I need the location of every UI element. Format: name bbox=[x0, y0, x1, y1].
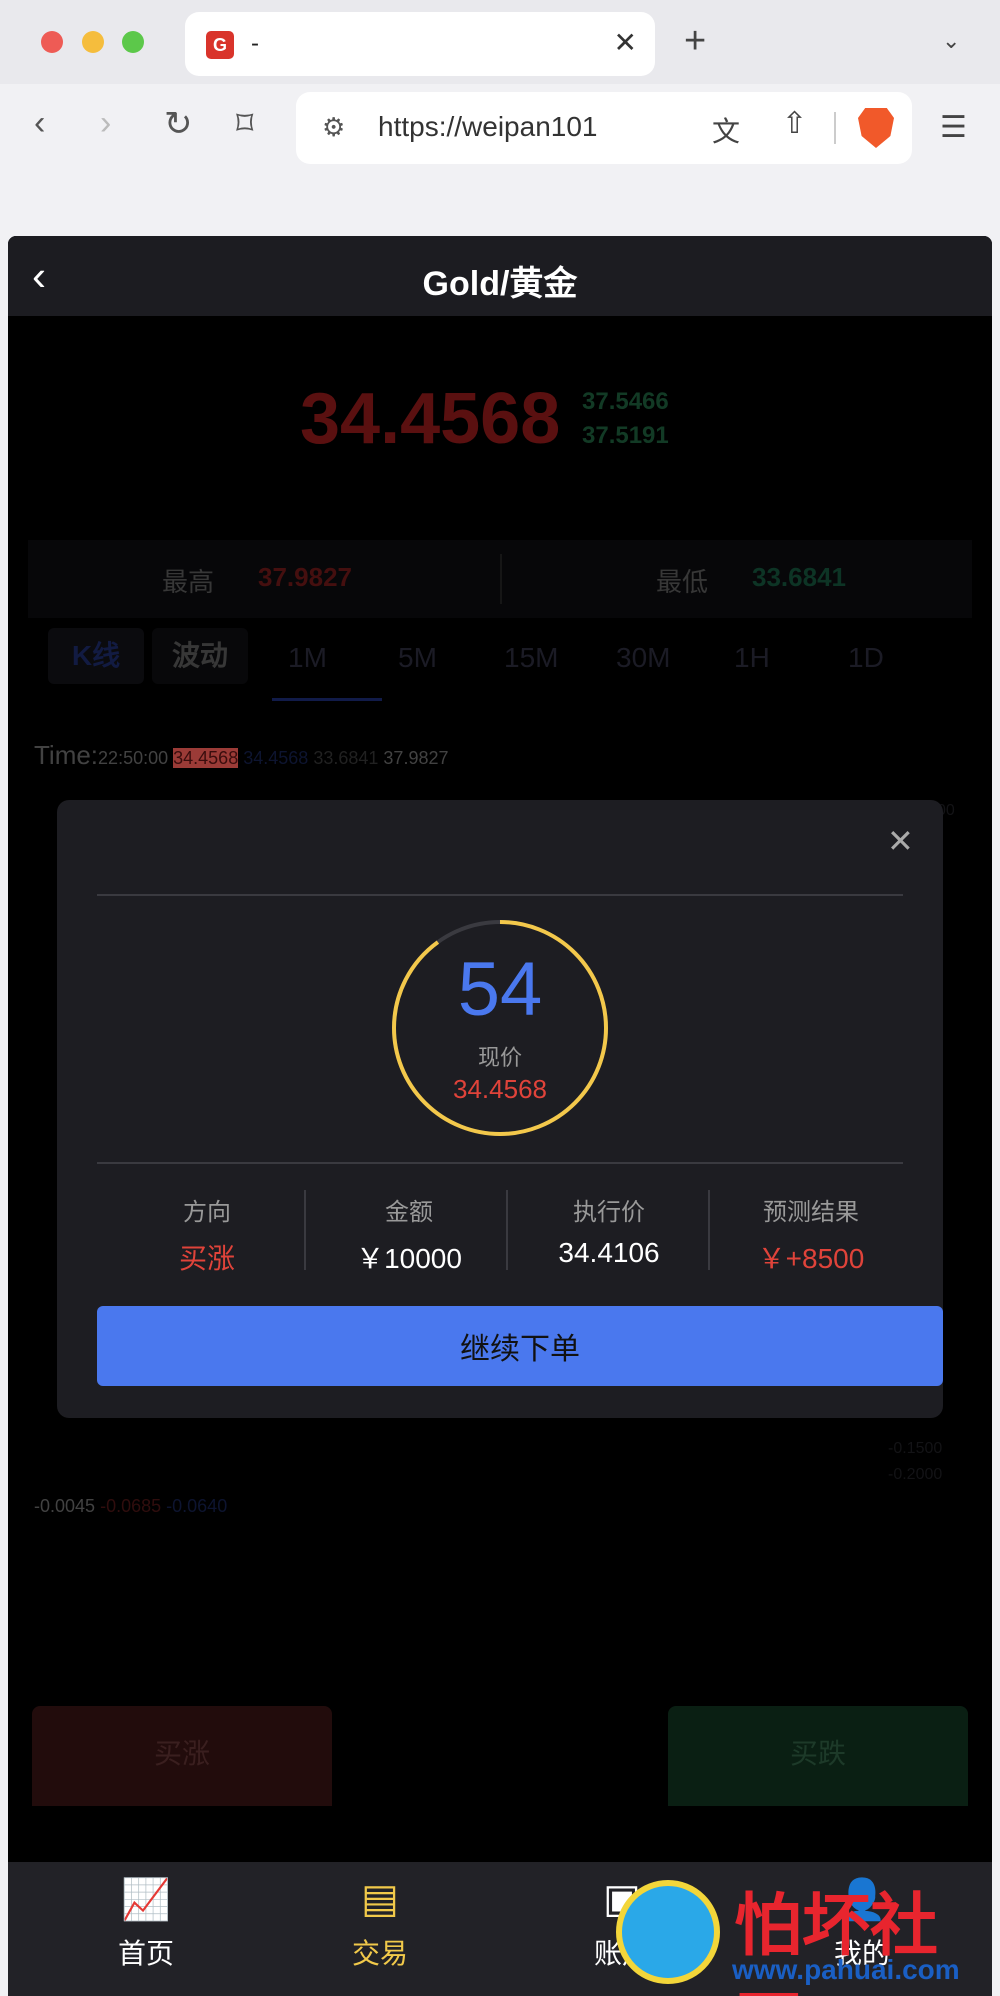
close-icon[interactable]: ✕ bbox=[887, 822, 914, 860]
direction-value: 买涨 bbox=[178, 1243, 235, 1274]
strike-info: 执行价 34.4106 bbox=[509, 1192, 709, 1269]
divider bbox=[708, 1190, 710, 1270]
brave-shield-icon[interactable] bbox=[858, 108, 894, 148]
translate-icon[interactable]: 文 bbox=[712, 110, 740, 150]
direction-info: 方向 买涨 bbox=[107, 1192, 307, 1277]
close-icon[interactable]: ✕ bbox=[614, 26, 637, 59]
chevron-down-icon[interactable]: ⌄ bbox=[942, 28, 960, 54]
amount-value: ￥10000 bbox=[356, 1243, 462, 1274]
browser-toolbar: ‹ › ↻ ⌑ ⚙ https://weipan101 文 ⇧ ☰ bbox=[0, 84, 1000, 172]
trade-card-icon: ▤ bbox=[361, 1877, 399, 1921]
order-result-modal: ✕ 54 现价 34.4568 方向 买涨 金额 ￥10000 执行价 34.4… bbox=[57, 800, 943, 1418]
site-watermark: 怕坏社区 www.pahuai.com bbox=[616, 1870, 996, 1996]
nav-label: 首页 bbox=[117, 1938, 174, 1969]
continue-order-button[interactable]: 继续下单 bbox=[97, 1306, 943, 1386]
chart-trend-icon: 📈 bbox=[121, 1878, 171, 1922]
share-icon[interactable]: ⇧ bbox=[782, 106, 807, 141]
nav-item-trade[interactable]: ▤ 交易 bbox=[310, 1876, 450, 1972]
strike-label: 执行价 bbox=[573, 1199, 645, 1226]
countdown-seconds: 54 bbox=[457, 947, 543, 1032]
tune-icon[interactable]: ⚙ bbox=[322, 112, 345, 143]
current-price-label: 现价 bbox=[477, 1045, 522, 1070]
back-icon[interactable]: ‹ bbox=[34, 104, 45, 143]
current-price-value: 34.4568 bbox=[453, 1074, 547, 1104]
countdown-ring: 54 现价 34.4568 bbox=[390, 918, 610, 1138]
direction-label: 方向 bbox=[183, 1199, 231, 1226]
result-label: 预测结果 bbox=[763, 1199, 859, 1226]
divider bbox=[506, 1190, 508, 1270]
reload-icon[interactable]: ↻ bbox=[164, 104, 193, 144]
plus-icon[interactable]: + bbox=[684, 20, 706, 63]
strike-value: 34.4106 bbox=[558, 1237, 660, 1268]
watermark-logo-icon bbox=[616, 1880, 720, 1984]
nav-label: 交易 bbox=[351, 1938, 408, 1969]
divider bbox=[97, 1162, 903, 1164]
address-bar[interactable]: ⚙ https://weipan101 文 ⇧ bbox=[296, 92, 912, 164]
hamburger-menu-icon[interactable]: ☰ bbox=[940, 110, 967, 145]
window-zoom-button[interactable] bbox=[122, 31, 144, 53]
tab-title: - bbox=[251, 30, 259, 57]
url-text[interactable]: https://weipan101 bbox=[378, 111, 598, 143]
amount-label: 金额 bbox=[385, 1199, 433, 1226]
window-minimize-button[interactable] bbox=[82, 31, 104, 53]
nav-item-home[interactable]: 📈 首页 bbox=[76, 1876, 216, 1972]
trading-app: ‹ Gold/黄金 34.4568 37.5466 37.5191 最高 37.… bbox=[8, 236, 992, 1996]
divider bbox=[304, 1190, 306, 1270]
page-title: Gold/黄金 bbox=[422, 265, 578, 303]
forward-icon[interactable]: › bbox=[100, 104, 111, 143]
amount-info: 金额 ￥10000 bbox=[309, 1192, 509, 1277]
result-info: 预测结果 ￥+8500 bbox=[711, 1192, 911, 1277]
watermark-url: www.pahuai.com bbox=[732, 1954, 960, 1985]
browser-tab[interactable]: G - ✕ bbox=[185, 12, 655, 76]
app-header: ‹ Gold/黄金 bbox=[8, 236, 992, 316]
divider bbox=[97, 894, 903, 896]
result-value: ￥+8500 bbox=[757, 1243, 865, 1274]
favicon-icon: G bbox=[206, 31, 234, 59]
bookmark-icon[interactable]: ⌑ bbox=[236, 104, 253, 144]
browser-tab-bar: G - ✕ + ⌄ bbox=[0, 0, 1000, 84]
window-close-button[interactable] bbox=[41, 31, 63, 53]
toolbar-divider bbox=[834, 112, 836, 144]
